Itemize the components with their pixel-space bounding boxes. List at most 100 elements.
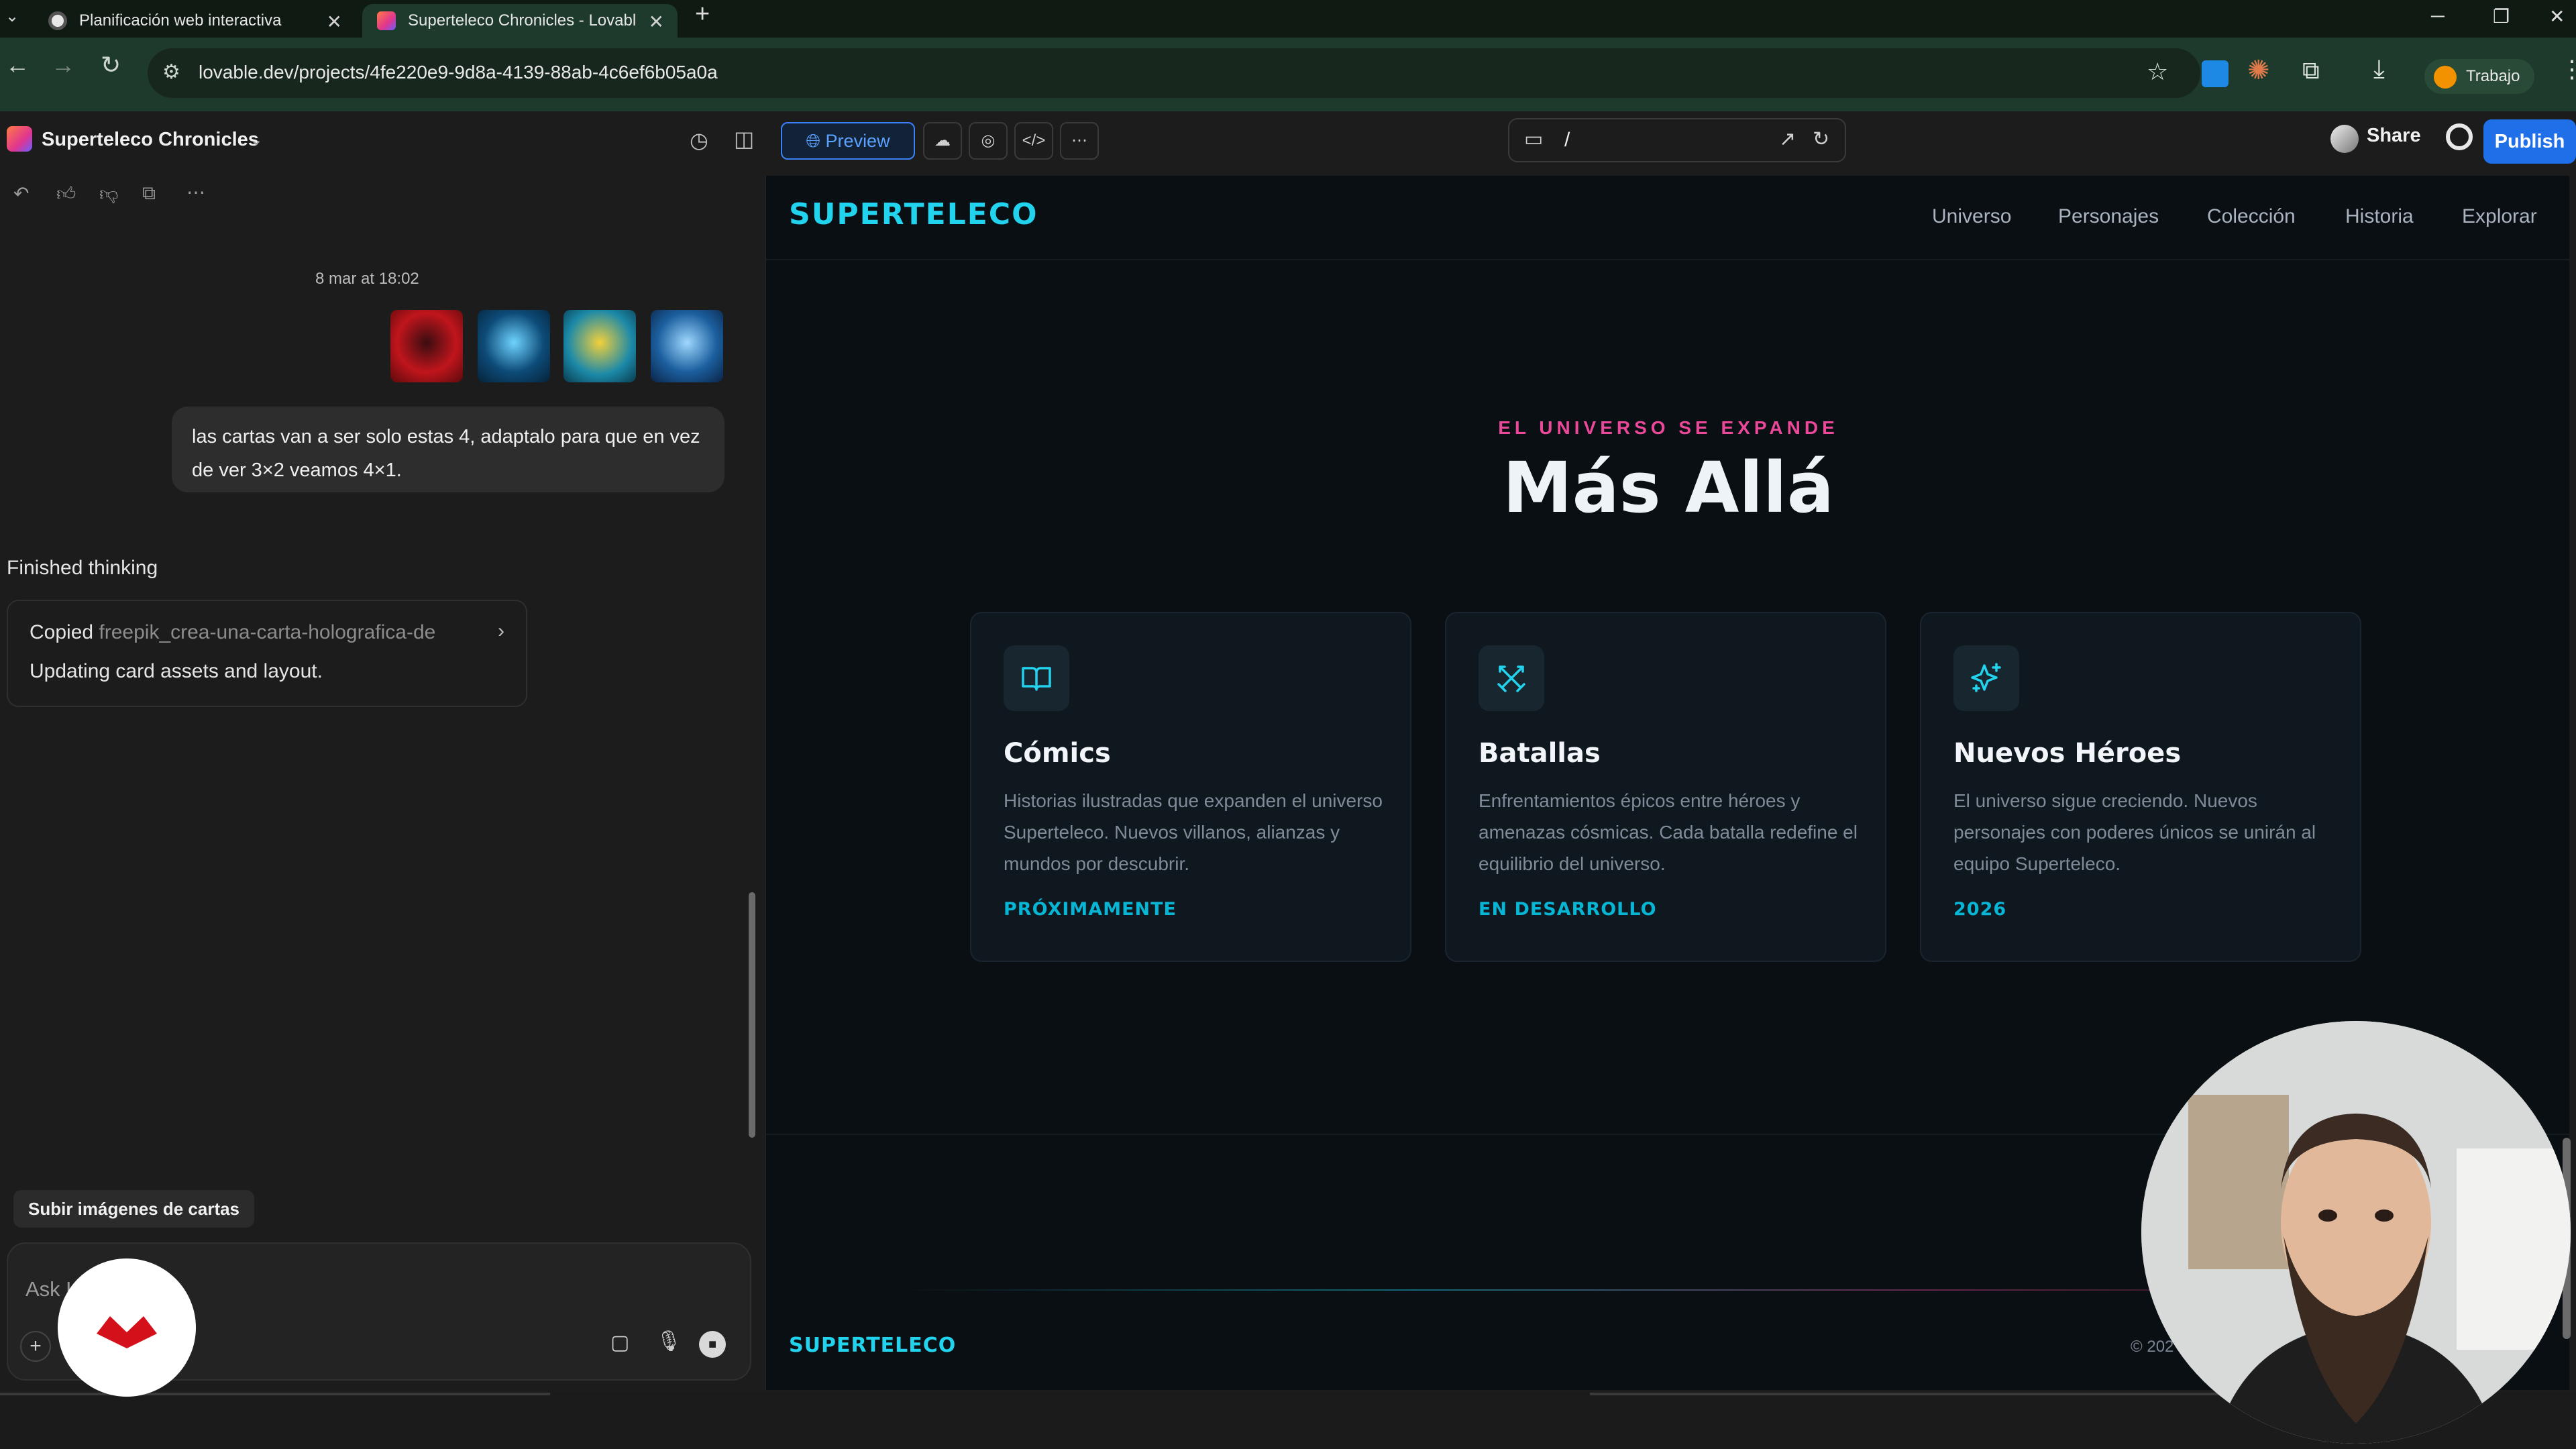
url-text: lovable.dev/projects/4fe220e9-9d8a-4139-…	[199, 62, 718, 83]
chatgpt-favicon-icon	[48, 11, 67, 30]
card-thumbnail-yellow-hero[interactable]	[564, 310, 636, 382]
browser-menu-icon[interactable]: ⋮	[2560, 55, 2576, 83]
forward-icon[interactable]: →	[51, 51, 75, 79]
message-timestamp: 8 mar at 18:02	[315, 270, 419, 288]
card-description: Enfrentamientos épicos entre héroes y am…	[1479, 790, 1858, 874]
publish-label: Publish	[2494, 131, 2565, 152]
swords-icon	[1497, 665, 1525, 692]
project-menu-chevron-icon[interactable]: ⌄	[250, 130, 263, 150]
nav-link-universo[interactable]: Universo	[1932, 205, 2011, 228]
open-external-icon[interactable]: ↗	[1779, 127, 1796, 151]
card-thumbnail-red[interactable]	[390, 310, 463, 382]
project-title[interactable]: Superteleco Chronicles	[42, 129, 259, 151]
site-brand-logo[interactable]: SUPERTELECO	[789, 197, 1038, 231]
tab-list-chevron-icon[interactable]: ⌄	[5, 7, 19, 26]
sidebar-toggle-icon[interactable]: ◫	[734, 126, 754, 152]
download-icon[interactable]: ⤓	[2373, 55, 2385, 84]
extension-claude-icon[interactable]: ✺	[2247, 55, 2270, 86]
preview-label: Preview	[825, 131, 890, 151]
address-bar[interactable]: ⚙ lovable.dev/projects/4fe220e9-9d8a-413…	[148, 48, 2200, 98]
tab-superteleco[interactable]: Superteleco Chronicles - Lovabl ✕	[362, 4, 678, 38]
reload-icon[interactable]: ↻	[101, 51, 121, 79]
bottom-strip	[0, 1393, 2576, 1449]
site-info-icon[interactable]: ⚙	[162, 60, 180, 84]
nav-link-personajes[interactable]: Personajes	[2058, 205, 2159, 228]
card-icon-box	[1479, 645, 1544, 711]
footer-copyright: © 202	[2131, 1338, 2174, 1356]
copy-icon[interactable]: ⧉	[142, 182, 156, 205]
card-title: Nuevos Héroes	[1953, 738, 2182, 769]
extension-play-icon[interactable]	[2202, 60, 2229, 87]
stop-icon[interactable]: ■	[699, 1331, 726, 1358]
chat-mode-icon[interactable]: ▢	[610, 1331, 629, 1354]
chevron-right-icon[interactable]: ›	[498, 620, 504, 643]
preview-button[interactable]: 🌐︎ Preview	[781, 122, 915, 160]
design-button[interactable]: ◎	[969, 122, 1008, 160]
card-title: Batallas	[1479, 738, 1601, 769]
feature-card-batallas[interactable]: Batallas Enfrentamientos épicos entre hé…	[1445, 612, 1886, 962]
more-icon[interactable]: ⋯	[186, 181, 205, 203]
code-icon: </>	[1022, 131, 1046, 150]
card-thumbnail-blue-hero[interactable]	[651, 310, 723, 382]
chat-scrollbar[interactable]	[749, 892, 755, 1138]
palette-icon: ◎	[981, 131, 996, 150]
more-icon: ⋯	[1071, 131, 1087, 150]
cloud-button[interactable]: ☁	[923, 122, 962, 160]
feature-card-comics[interactable]: Cómics Historias ilustradas que expanden…	[970, 612, 1411, 962]
chat-panel: ↶ 👍︎ 👎︎ ⧉ ⋯ 8 mar at 18:02 las cartas va…	[0, 176, 765, 1393]
avatar[interactable]	[2330, 125, 2359, 153]
card-description: Historias ilustradas que expanden el uni…	[1004, 790, 1383, 874]
add-attachment-icon[interactable]: +	[20, 1331, 51, 1362]
channel-logo-icon	[97, 1316, 157, 1348]
history-icon[interactable]: ◷	[690, 127, 708, 153]
new-tab-icon[interactable]: +	[695, 0, 710, 29]
github-icon[interactable]	[2446, 123, 2473, 150]
sparkles-icon	[1971, 663, 2001, 692]
globe-icon: 🌐︎	[806, 131, 821, 151]
restore-icon[interactable]: ❐	[2493, 5, 2510, 28]
card-description: El universo sigue creciendo. Nuevos pers…	[1953, 790, 2316, 874]
thumbs-up-icon[interactable]: 👍︎	[56, 182, 76, 205]
route-bar[interactable]: ▭ / ↗ ↻	[1508, 118, 1846, 162]
channel-logo-watermark	[58, 1258, 196, 1397]
nav-link-coleccion[interactable]: Colección	[2207, 205, 2296, 228]
suggestion-chip[interactable]: Subir imágenes de cartas	[13, 1190, 255, 1228]
more-views-button[interactable]: ⋯	[1060, 122, 1099, 160]
feature-card-nuevos-heroes[interactable]: Nuevos Héroes El universo sigue creciend…	[1920, 612, 2361, 962]
bookmark-star-icon[interactable]: ☆	[2147, 58, 2168, 86]
undo-icon[interactable]: ↶	[13, 182, 29, 205]
minimize-icon[interactable]: ─	[2431, 5, 2445, 27]
publish-button[interactable]: Publish	[2483, 119, 2576, 164]
nav-link-explorar[interactable]: Explorar	[2462, 205, 2537, 228]
refresh-preview-icon[interactable]: ↻	[1813, 127, 1829, 151]
route-path: /	[1564, 129, 1570, 151]
device-icon[interactable]: ▭	[1524, 127, 1543, 151]
profile-button[interactable]: Trabajo	[2424, 59, 2535, 94]
nav-link-historia[interactable]: Historia	[2345, 205, 2414, 228]
tab-title: Superteleco Chronicles - Lovabl	[408, 11, 637, 30]
close-tab-icon[interactable]: ✕	[649, 11, 664, 33]
copied-file-line: Copied freepik_crea-una-carta-holografic…	[30, 621, 486, 644]
back-icon[interactable]: ←	[5, 51, 30, 79]
close-window-icon[interactable]: ✕	[2549, 5, 2565, 28]
finished-thinking-label[interactable]: Finished thinking	[7, 557, 158, 580]
share-button[interactable]: Share	[2367, 125, 2421, 147]
card-icon-box	[1953, 645, 2019, 711]
card-icon-box	[1004, 645, 1069, 711]
close-tab-icon[interactable]: ✕	[327, 11, 342, 33]
user-message-bubble: las cartas van a ser solo estas 4, adapt…	[172, 407, 724, 492]
card-title: Cómics	[1004, 738, 1111, 769]
card-status-tag: PRÓXIMAMENTE	[1004, 899, 1177, 920]
tab-planificacion[interactable]: Planificación web interactiva ✕	[34, 4, 356, 38]
section-eyebrow: EL UNIVERSO SE EXPANDE	[1498, 417, 1839, 438]
thinking-step-card[interactable]: Copied freepik_crea-una-carta-holografic…	[7, 600, 527, 707]
extensions-puzzle-icon[interactable]: ⧉	[2302, 56, 2320, 85]
webcam-overlay	[2141, 1021, 2571, 1444]
book-open-icon	[1022, 667, 1051, 691]
browser-tab-bar: ⌄ Planificación web interactiva ✕ Supert…	[0, 0, 2576, 38]
microphone-icon[interactable]: 🎙︎	[656, 1330, 682, 1353]
thumbs-down-icon[interactable]: 👎︎	[99, 182, 118, 205]
card-thumbnail-robot[interactable]	[478, 310, 550, 382]
footer-brand[interactable]: SUPERTELECO	[789, 1334, 956, 1357]
code-button[interactable]: </>	[1014, 122, 1053, 160]
